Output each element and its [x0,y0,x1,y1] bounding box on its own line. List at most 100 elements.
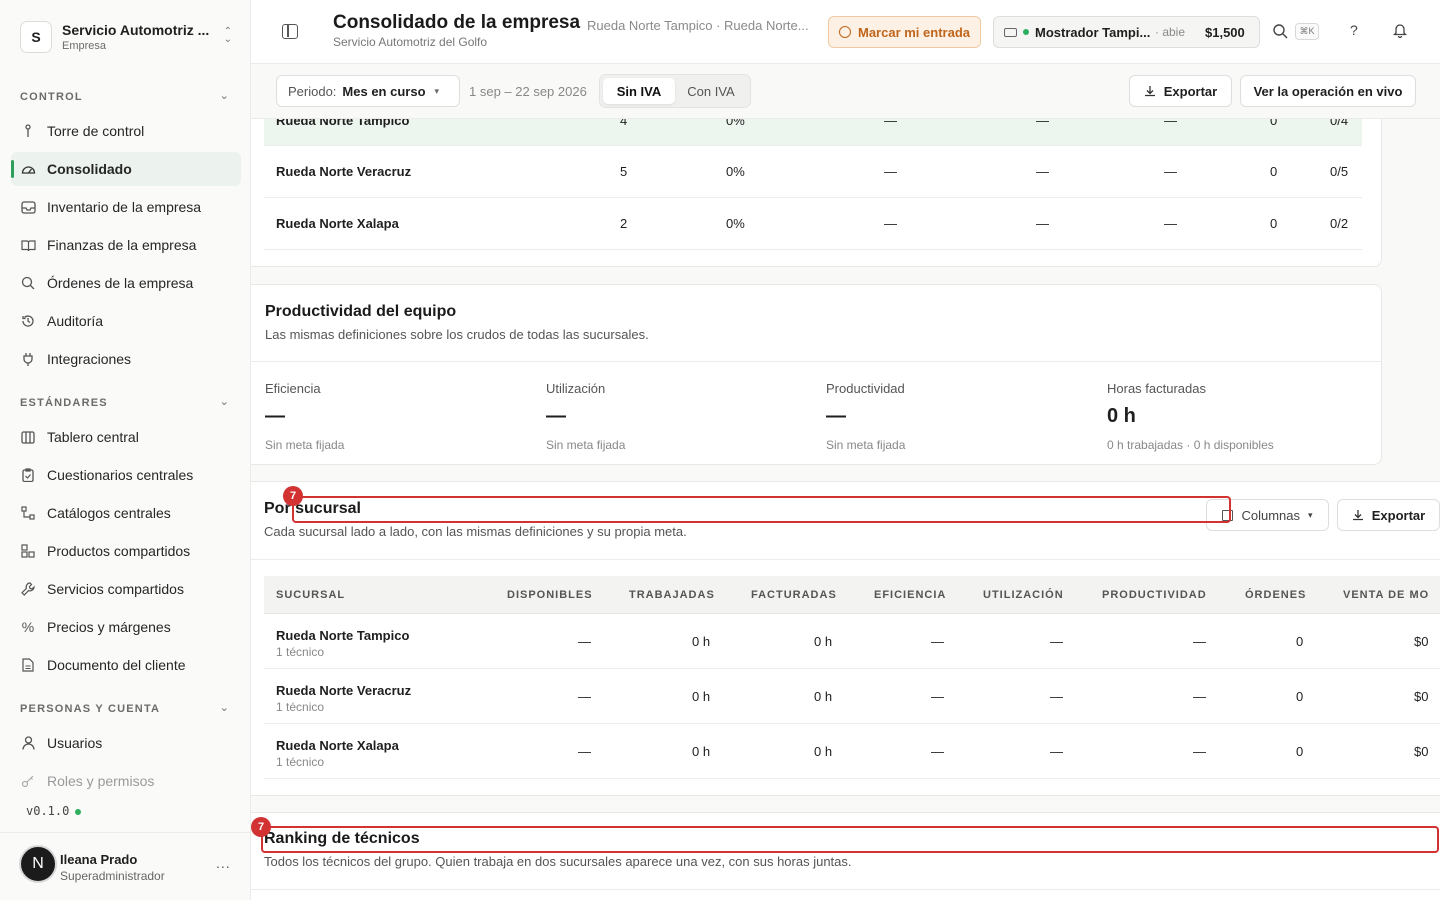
user-name: Ileana Prado [60,852,138,867]
period-value: Mes en curso [342,83,426,99]
tab-sin-iva[interactable]: Sin IVA [603,78,675,104]
book-icon [20,237,36,253]
kpi-label: Horas facturadas [1107,381,1206,396]
cell: 0% [726,119,745,128]
sidebar-item-precios[interactable]: % Precios y márgenes [11,610,241,644]
sidebar-item-torre[interactable]: Torre de control [11,114,241,148]
sidebar-item-productos[interactable]: Productos compartidos [11,534,241,568]
table-row[interactable]: Rueda Norte Xalapa 2 0% — — — 0 0/2 [264,198,1362,250]
kpi-label: Eficiencia [265,381,321,396]
kpi-horas-facturadas: Horas facturadas 0 h 0 h trabajadas · 0 … [1107,381,1367,452]
column-header[interactable]: TRABAJADAS [629,589,715,601]
export-button[interactable]: Exportar [1129,75,1232,107]
sidebar-item-tablero[interactable]: Tablero central [11,420,241,454]
sidebar-item-auditoria[interactable]: Auditoría [11,304,241,338]
cell: 0 h [692,744,711,759]
sidebar-item-label: Cuestionarios centrales [47,467,194,483]
cell: — [931,634,944,649]
column-header[interactable]: EFICIENCIA [874,589,946,601]
more-icon[interactable]: ... [216,855,231,871]
cell: 2 [620,216,628,231]
sidebar-item-usuarios[interactable]: Usuarios [11,726,241,760]
workspace-avatar: S [20,21,52,53]
workspace-subtitle: Empresa [62,40,107,52]
gauge-icon [20,161,36,177]
clock-icon [839,26,851,38]
file-icon [20,657,36,673]
cell: 0 h [814,634,833,649]
annotation-badge: 7 [251,817,271,837]
live-operation-button[interactable]: Ver la operación en vivo [1240,75,1416,107]
sidebar-item-label: Precios y márgenes [47,619,171,635]
column-header[interactable]: SUCURSAL [276,589,345,601]
section-title: Productividad del equipo [265,303,457,320]
chevron-down-icon: ▾ [1308,509,1313,520]
cell: — [578,634,591,649]
column-header[interactable]: UTILIZACIÓN [983,589,1064,601]
sidebar-item-label: Finanzas de la empresa [47,237,197,253]
table-row[interactable]: Rueda Norte Tampico 4 0% — — — 0 0/4 [264,119,1362,146]
section-estandares[interactable]: ESTÁNDARES ⌄ [20,396,234,409]
kpi-label: Utilización [546,381,606,396]
register-name: Mostrador Tampi... [1035,24,1151,40]
table-row[interactable]: Rueda Norte Veracruz 1 técnico — 0 h 0 h… [264,669,1440,724]
sidebar-item-consolidado[interactable]: Consolidado [11,152,241,186]
table-row[interactable]: Rueda Norte Tampico 1 técnico — 0 h 0 h … [264,614,1440,669]
date-range: 1 sep – 22 sep 2026 [469,84,587,99]
bell-icon[interactable] [1392,22,1408,39]
section-personas[interactable]: PERSONAS Y CUENTA ⌄ [20,702,234,715]
annotation-highlight [292,496,1231,523]
page-title: Consolidado de la empresa [333,12,581,33]
hierarchy-icon [20,505,36,521]
sidebar-item-integraciones[interactable]: Integraciones [11,342,241,376]
cell: — [1164,164,1177,179]
sidebar-item-ordenes[interactable]: Órdenes de la empresa [11,266,241,300]
column-header[interactable]: VENTA DE MO [1343,589,1438,601]
register-selector[interactable]: Mostrador Tampi... · abie $1,500 [993,16,1260,48]
cell: $0 [1414,689,1429,704]
column-header[interactable]: ÓRDENES [1245,589,1306,601]
period-select[interactable]: Periodo: Mes en curso ▾ [276,75,460,107]
user-menu[interactable]: N Ileana Prado Superadministrador ... [0,832,251,900]
breadcrumb[interactable]: Rueda Norte Tampico · Rueda Norte... [587,18,817,33]
section-control[interactable]: CONTROL ⌄ [20,90,234,103]
help-icon[interactable]: ? [1350,22,1358,38]
column-header[interactable]: PRODUCTIVIDAD [1102,589,1207,601]
sidebar-item-servicios[interactable]: Servicios compartidos [11,572,241,606]
table-row[interactable]: Rueda Norte Veracruz 5 0% — — — 0 0/5 [264,146,1362,198]
search-icon[interactable] [1272,23,1288,39]
cell: 0 h [692,689,711,704]
export-label: Exportar [1371,507,1426,523]
period-label: Periodo: [288,83,337,99]
column-header[interactable]: FACTURADAS [751,589,837,601]
chevron-down-icon: ▾ [434,85,440,96]
sidebar-item-roles[interactable]: Roles y permisos [11,764,241,798]
kpi-value: 0 h [1107,405,1136,427]
sidebar-toggle-icon[interactable] [282,24,298,39]
workspace-switcher[interactable]: S Servicio Automotriz ... Empresa ⌃ ⌄ [20,14,240,60]
clock-in-button[interactable]: Marcar mi entrada [828,16,981,48]
sidebar-item-label: Auditoría [47,313,104,329]
sidebar-item-catalogos[interactable]: Catálogos centrales [11,496,241,530]
branch-tech-count: 1 técnico [276,645,325,659]
kpi-label: Productividad [826,381,905,396]
sidebar-item-label: Usuarios [47,735,103,751]
branch-name: Rueda Norte Tampico [276,628,410,643]
kpi-value: — [546,405,566,427]
cell: — [1050,744,1063,759]
sidebar-item-inventario[interactable]: Inventario de la empresa [11,190,241,224]
cell: 0 h [814,689,833,704]
tab-con-iva[interactable]: Con IVA [675,78,747,104]
table-row[interactable]: Rueda Norte Xalapa 1 técnico — 0 h 0 h —… [264,724,1440,779]
column-header[interactable]: DISPONIBLES [507,589,593,601]
sidebar-item-cuestionarios[interactable]: Cuestionarios centrales [11,458,241,492]
branch-export-button[interactable]: Exportar [1337,499,1440,531]
sidebar-item-label: Catálogos centrales [47,505,171,521]
cell: 5 [620,164,628,179]
cell: — [1036,119,1049,128]
section-title: PERSONAS Y CUENTA [20,703,161,715]
section-description: Las mismas definiciones sobre los crudos… [265,327,649,342]
sidebar-item-documento[interactable]: Documento del cliente [11,648,241,682]
shortcut-hint: ⌘K [1295,23,1319,40]
sidebar-item-finanzas[interactable]: Finanzas de la empresa [11,228,241,262]
